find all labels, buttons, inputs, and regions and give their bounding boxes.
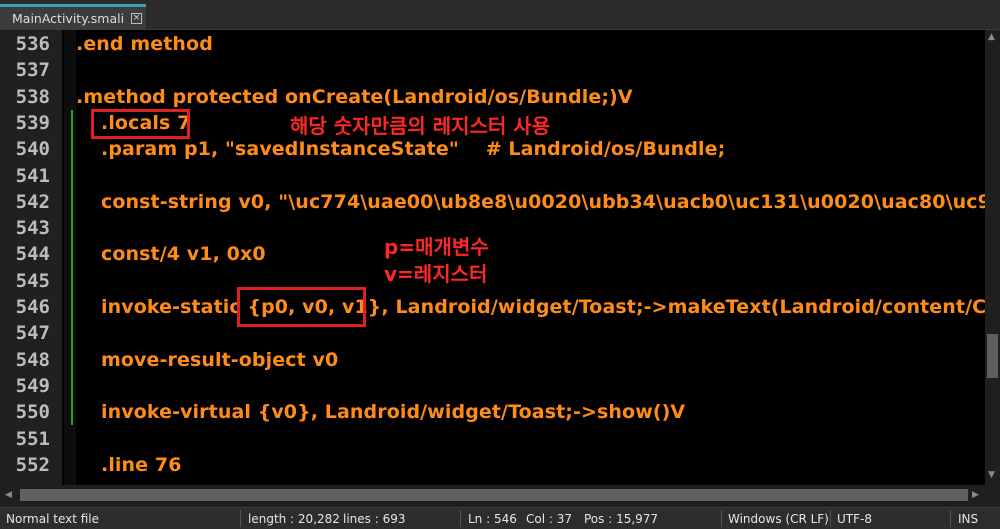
status-encoding: UTF-8 xyxy=(837,512,872,526)
fold-margin xyxy=(64,30,76,485)
status-lines: lines : 693 xyxy=(343,512,406,526)
line-number: 552 xyxy=(15,453,50,476)
close-icon[interactable]: × xyxy=(131,13,142,24)
horizontal-scroll-thumb[interactable] xyxy=(20,489,968,501)
code-line[interactable]: .line 76 xyxy=(101,452,182,478)
code-line[interactable]: .method protected onCreate(Landroid/os/B… xyxy=(76,84,633,110)
status-divider xyxy=(460,510,461,527)
line-number: 544 xyxy=(15,243,50,266)
line-number: 537 xyxy=(15,59,50,82)
code-line[interactable]: const/4 v1, 0x0 xyxy=(101,241,266,267)
scroll-left-icon[interactable]: ◀ xyxy=(5,490,12,500)
fold-range-line xyxy=(71,110,73,425)
line-number: 545 xyxy=(15,269,50,292)
status-position: Pos : 15,977 xyxy=(584,512,659,526)
code-line[interactable]: move-result-object v0 xyxy=(101,347,338,373)
line-number: 543 xyxy=(15,217,50,240)
scroll-up-icon[interactable]: ▲ xyxy=(988,32,995,42)
vertical-scrollbar[interactable]: ▲ ▼ xyxy=(985,30,1000,485)
tab-bar: MainActivity.smali × xyxy=(0,0,1000,30)
scroll-right-icon[interactable]: ▶ xyxy=(972,490,979,500)
status-divider xyxy=(721,510,722,527)
line-number: 549 xyxy=(15,374,50,397)
status-line-number: Ln : 546 xyxy=(468,512,517,526)
status-bar: Normal text file length : 20,282 lines :… xyxy=(0,507,1000,529)
line-number: 546 xyxy=(15,296,50,318)
locals-highlight-box xyxy=(91,109,190,139)
line-number: 539 xyxy=(15,111,50,134)
locals-annotation: 해당 숫자만큼의 레지스터 사용 xyxy=(290,114,551,138)
code-line[interactable]: const-string v0, "\uc774\uae00\ub8e8\u00… xyxy=(101,189,985,215)
status-insert-mode: INS xyxy=(958,512,979,526)
status-divider xyxy=(950,510,951,527)
code-line[interactable]: invoke-virtual {v0}, Landroid/widget/Toa… xyxy=(101,399,685,425)
line-number: 538 xyxy=(15,85,50,108)
v-annotation: v=레지스터 xyxy=(384,262,488,286)
code-line[interactable]: .end method xyxy=(76,31,213,57)
status-column: Col : 37 xyxy=(526,512,572,526)
status-divider xyxy=(240,510,241,527)
line-number: 540 xyxy=(15,138,50,161)
status-divider xyxy=(830,510,831,527)
line-number: 550 xyxy=(15,401,50,424)
line-number: 548 xyxy=(15,348,50,371)
code-editor[interactable]: 536 .end method 537 538 .method protected on… xyxy=(0,30,985,485)
status-length: length : 20,282 xyxy=(248,512,340,526)
code-line[interactable]: invoke-static {p0, v0, v1}, Landroid/wid… xyxy=(101,294,985,320)
line-number: 547 xyxy=(15,322,50,345)
tab-label: MainActivity.smali xyxy=(12,11,125,26)
tab-mainactivity[interactable]: MainActivity.smali × xyxy=(0,4,146,30)
p-annotation: p=매개변수 xyxy=(384,235,489,259)
scroll-down-icon[interactable]: ▼ xyxy=(988,470,995,480)
code-line[interactable]: .param p1, "savedInstanceState" # Landro… xyxy=(101,136,725,162)
line-number: 542 xyxy=(15,190,50,213)
status-file-type: Normal text file xyxy=(6,512,100,526)
line-number: 536 xyxy=(15,33,50,55)
registers-highlight-box xyxy=(237,287,366,327)
line-number: 551 xyxy=(15,427,50,450)
vertical-scroll-thumb[interactable] xyxy=(987,334,998,378)
line-number: 541 xyxy=(15,164,50,187)
status-eol: Windows (CR LF) xyxy=(728,512,829,526)
